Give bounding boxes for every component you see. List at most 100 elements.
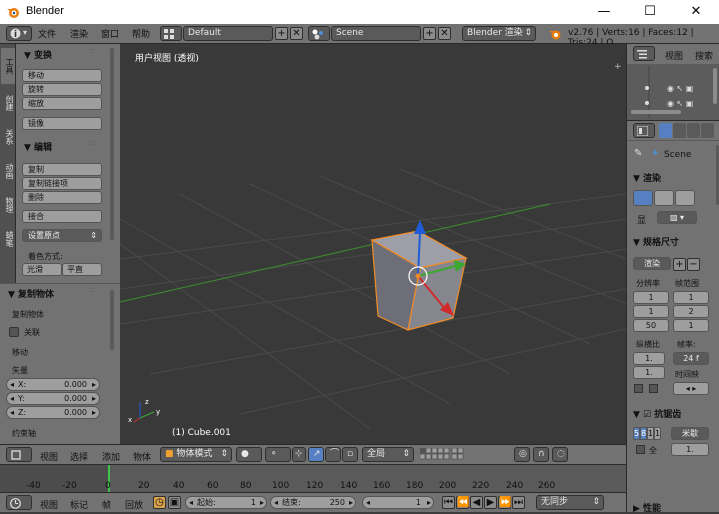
duplicate-linked-button[interactable]: 复制链接项	[22, 177, 102, 190]
world-tab-icon[interactable]	[701, 123, 714, 138]
rotate-manipulator-button[interactable]: ⌒	[325, 447, 341, 462]
tab-animation[interactable]: 动画	[1, 156, 15, 186]
add-scene-button[interactable]: +	[423, 27, 436, 40]
pin-icon[interactable]: ✎	[634, 148, 642, 159]
screen-layout-field[interactable]: Default	[183, 26, 273, 41]
menu-add[interactable]: 添加	[102, 450, 120, 463]
close-button[interactable]: ✕	[673, 0, 719, 24]
aa-filter-select[interactable]: 米歇	[671, 427, 709, 440]
render-tab-icon[interactable]	[659, 123, 672, 138]
end-frame-field[interactable]: ◂ 结束: 250 ▸	[270, 496, 356, 509]
vector-z-field[interactable]: ◂ Z: 0.000 ▸	[6, 406, 100, 419]
fps-select[interactable]: 24 f	[673, 352, 709, 365]
outliner[interactable]: 视图 搜索 ◉ ↖ ▣ ◉ ↖ ▣	[626, 44, 719, 120]
manipulator-toggle[interactable]: ⊹	[292, 447, 306, 462]
dimensions-panel-header[interactable]: ▼ 规格尺寸	[633, 235, 679, 248]
editor-type-button[interactable]	[6, 495, 32, 510]
join-button[interactable]: 接合	[22, 210, 102, 223]
shade-flat-button[interactable]: 平直	[62, 263, 102, 276]
outliner-vscrollbar[interactable]	[713, 68, 717, 104]
jump-end-button[interactable]: ⏭	[512, 496, 525, 509]
next-keyframe-button[interactable]: ⏩	[498, 496, 511, 509]
remove-scene-button[interactable]: ✕	[438, 27, 451, 40]
outliner-scrollbar[interactable]	[631, 110, 681, 114]
menu-frame[interactable]: 帧	[102, 498, 111, 511]
redo-panel-header[interactable]: ▼ 复制物体	[8, 287, 54, 300]
play-button[interactable]: ▶	[484, 496, 497, 509]
linked-checkbox[interactable]	[9, 327, 19, 337]
menu-object[interactable]: 物体	[133, 450, 151, 463]
render-preset-select[interactable]: 渲染	[633, 257, 671, 270]
mirror-button[interactable]: 镜像	[22, 117, 102, 130]
prev-keyframe-button[interactable]: ⏪	[456, 496, 469, 509]
shade-smooth-button[interactable]: 光滑	[22, 263, 62, 276]
tab-physics[interactable]: 物理	[1, 190, 15, 220]
timeline[interactable]: -40 -20 0 20 40 60 80 100 120 140 160 18…	[0, 464, 626, 493]
duplicate-button[interactable]: 复制	[22, 163, 102, 176]
translate-button[interactable]: 移动	[22, 69, 102, 82]
sync-mode-select[interactable]: 无同步 ⇕	[536, 495, 604, 510]
set-origin-select[interactable]: 设置原点 ⇕	[22, 229, 102, 242]
render-animation-button[interactable]	[654, 190, 674, 206]
crop-checkbox[interactable]	[649, 384, 658, 393]
aa-samples-16[interactable]: 1	[654, 427, 661, 440]
frame-end-field[interactable]: 2	[673, 305, 709, 318]
lock-range-toggle[interactable]: ▣	[168, 496, 181, 509]
transform-orientation-select[interactable]: 全局 ⇕	[362, 447, 414, 462]
frame-start-field[interactable]: 1	[673, 291, 709, 304]
redo-panel-scrollbar[interactable]	[110, 290, 114, 350]
aspect-y-field[interactable]: 1.	[633, 366, 665, 379]
editor-type-button[interactable]	[6, 447, 32, 462]
render-preview-button[interactable]: ◎	[514, 447, 530, 462]
scale-manipulator-button[interactable]: ▫	[342, 447, 358, 462]
aa-samples-5[interactable]: 5	[633, 427, 640, 440]
proportional-edit-button[interactable]: ◌	[552, 447, 568, 462]
editor-type-button[interactable]	[633, 46, 655, 61]
menu-window[interactable]: 窗口	[101, 27, 119, 40]
edit-panel-header[interactable]: ▼ 编辑	[24, 140, 52, 153]
start-frame-field[interactable]: ◂ 起始: 1 ▸	[185, 496, 267, 509]
performance-panel-header[interactable]: ▶ 性能	[633, 501, 661, 514]
render-action-buttons[interactable]	[633, 190, 697, 206]
render-engine-select[interactable]: Blender 渲染 ⇕	[462, 26, 536, 41]
preview-range-toggle[interactable]: ◷	[153, 496, 166, 509]
render-image-button[interactable]	[633, 190, 653, 206]
display-mode-select[interactable]: ▨ ▾	[657, 211, 697, 224]
aspect-x-field[interactable]: 1.	[633, 352, 665, 365]
menu-select[interactable]: 选择	[70, 450, 88, 463]
aa-size-field[interactable]: 1.	[671, 443, 709, 456]
resolution-x-field[interactable]: 1	[633, 291, 669, 304]
tab-grease-pencil[interactable]: 蜡笔	[1, 224, 15, 254]
snap-element-button[interactable]: ∩	[533, 447, 549, 462]
vector-x-field[interactable]: ◂ X: 0.000 ▸	[6, 378, 100, 391]
editor-type-button[interactable]	[633, 123, 655, 138]
drag-handle-icon[interactable]: ∷	[90, 286, 95, 295]
render-audio-button[interactable]	[675, 190, 695, 206]
frame-step-field[interactable]: 1	[673, 319, 709, 332]
property-context-tabs[interactable]	[659, 123, 717, 138]
screen-layout-icon-button[interactable]	[160, 26, 182, 41]
menu-view[interactable]: 视图	[40, 450, 58, 463]
menu-view[interactable]: 视图	[665, 49, 683, 62]
aa-samples-8[interactable]: 8	[640, 427, 647, 440]
menu-playback[interactable]: 回放	[125, 498, 143, 511]
menu-render[interactable]: 渲染	[70, 27, 88, 40]
add-layout-button[interactable]: +	[275, 27, 288, 40]
minimize-button[interactable]: —	[581, 0, 627, 24]
drag-handle-icon[interactable]: ∷	[90, 47, 95, 56]
aa-samples-buttons[interactable]: 5 8 1 1	[633, 427, 661, 440]
resolution-y-field[interactable]: 1	[633, 305, 669, 318]
current-frame-field[interactable]: ◂ 1 ▸	[362, 496, 434, 509]
vector-y-field[interactable]: ◂ Y: 0.000 ▸	[6, 392, 100, 405]
tool-shelf-scrollbar[interactable]	[110, 48, 114, 240]
scene-icon-button[interactable]	[308, 26, 330, 41]
anti-aliasing-panel-header[interactable]: ▼ ☑ 抗锯齿	[633, 407, 681, 420]
menu-search[interactable]: 搜索	[695, 49, 713, 62]
menu-marker[interactable]: 标记	[70, 498, 88, 511]
layers-tab-icon[interactable]	[673, 123, 686, 138]
full-sample-checkbox[interactable]	[636, 445, 645, 454]
border-checkbox[interactable]	[634, 384, 643, 393]
drag-handle-icon[interactable]: ∷	[90, 139, 95, 148]
tab-tools[interactable]: 工具	[1, 48, 15, 84]
scene-field[interactable]: Scene	[331, 26, 421, 41]
